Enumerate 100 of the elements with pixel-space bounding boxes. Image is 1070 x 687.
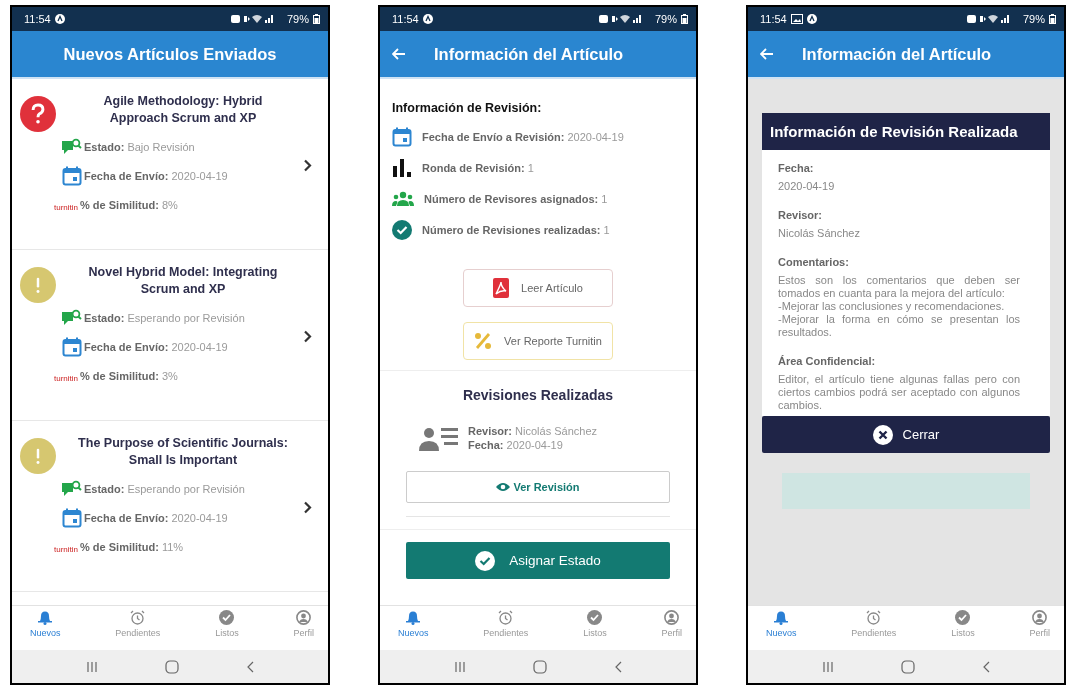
user-icon [664,610,680,625]
field-label: Área Confidencial: [778,355,877,367]
article-title: The Purpose of Scientific Journals: Small Is Important [77,435,289,469]
battery-icon [681,14,688,24]
back-icon[interactable] [614,660,623,673]
battery-icon [313,14,320,24]
status-text: Estado: Esperando por Revisión [84,483,245,495]
bell-icon [774,610,789,625]
chevron-right-icon[interactable] [303,500,312,514]
home-icon[interactable] [901,659,915,674]
field-value: Editor, el artículo tiene algunas fallas pero con ciertos cambios podrá ser aceptado con algunos cambios. [778,373,1020,412]
nav-tab[interactable]: Listos [583,610,607,650]
field-value: Estos son los comentarios que deben ser tomados en cuanta para la mejora del artículo: -Mejorar las conclusiones y recomendaciones. -Mejorar la forma en cómo se presentan los resultados. [778,274,1020,339]
submission-date-text: Fecha de Envío: 2020-04-19 [84,512,228,524]
assign-status-button[interactable]: Asignar Estado [406,542,670,579]
field-value: Nicolás Sánchez [778,227,861,240]
chevron-right-icon[interactable] [303,329,312,343]
nav-tab[interactable]: Listos [215,610,239,650]
submission-date-text: Fecha de Envío: 2020-04-19 [84,170,228,182]
review-info-text: Ronda de Revisión: 1 [422,162,534,174]
field-value: 2020-04-19 [778,180,836,193]
submission-date-text: Fecha de Envío: 2020-04-19 [84,341,228,353]
home-icon[interactable] [533,659,547,674]
calendar-icon [392,127,412,147]
back-arrow-icon[interactable] [392,48,406,60]
bar-chart-icon [392,158,412,178]
review-info-text: Número de Revisiones realizadas: 1 [422,224,610,236]
chevron-right-icon[interactable] [303,158,312,172]
recent-apps-icon[interactable] [453,660,466,673]
calendar-icon [62,166,82,186]
view-review-button[interactable]: Ver Revisión [406,471,670,503]
review-status-icon [62,309,82,327]
alarm-clock-icon [866,610,882,625]
recent-apps-icon[interactable] [821,660,834,673]
close-icon [872,424,893,445]
article-title: Novel Hybrid Model: Integrating Scrum and XP [87,264,279,298]
check-circle-icon [587,610,603,625]
recent-apps-icon[interactable] [85,660,98,673]
back-icon[interactable] [982,660,991,673]
home-icon[interactable] [165,659,179,674]
status-time: 11:54 [392,13,419,25]
notification-icon [54,14,65,24]
screen-title: Información del Artículo [802,44,992,64]
similarity-text: % de Similitud: 3% [80,370,178,382]
notification-icon [806,14,817,24]
review-info-text: Número de Revisores asignados: 1 [424,193,608,205]
screen-title: Nuevos Artículos Enviados [62,44,278,64]
nav-tab[interactable]: Perfil [1029,610,1050,650]
battery-level: 79% [286,13,309,25]
status-text: Estado: Bajo Revisión [84,141,195,153]
read-article-button[interactable]: Leer Artículo [463,269,613,307]
nav-tab[interactable]: Perfil [293,610,314,650]
nav-tab[interactable]: Pendientes [851,610,897,650]
nav-tab[interactable]: Nuevos [766,610,797,650]
battery-level: 79% [1022,13,1045,25]
field-label: Fecha: [778,162,815,174]
article-title: Agile Methodology: Hybrid Approach Scrum and XP [102,93,264,127]
nav-tab[interactable]: Listos [951,610,975,650]
check-circle-icon [955,610,971,625]
image-icon [790,14,803,24]
turnitin-logo: turnitin [54,544,78,554]
alarm-clock-icon [498,610,514,625]
alarm-clock-icon [130,610,146,625]
turnitin-logo: turnitin [54,202,78,212]
back-arrow-icon[interactable] [760,48,774,60]
battery-icon [1049,14,1056,24]
report-button[interactable]: Ver Reporte Turnitin [463,322,613,360]
calendar-icon [62,508,82,528]
nav-tab[interactable]: Nuevos [398,610,429,650]
nav-tab[interactable]: Nuevos [30,610,61,650]
user-icon [296,610,312,625]
section-heading: Información de Revisión: [392,101,543,115]
back-icon[interactable] [246,660,255,673]
notification-icon [422,14,433,24]
check-circle-icon [219,610,235,625]
pdf-icon [493,278,510,298]
check-circle-icon [475,550,496,571]
status-time: 11:54 [24,13,51,25]
reviewer-text: Revisor: Nicolás Sánchez [468,425,598,437]
review-info-text: Fecha de Envío a Revisión: 2020-04-19 [422,131,624,143]
dialog-title: Información de Revisión Realizada [762,113,1050,150]
check-circle-icon [392,220,412,240]
turnitin-logo: turnitin [54,373,78,383]
battery-level: 79% [654,13,677,25]
nav-tab[interactable]: Pendientes [483,610,529,650]
review-status-icon [62,480,82,498]
nav-tab[interactable]: Perfil [661,610,682,650]
eye-icon [496,482,511,492]
bell-icon [38,610,53,625]
close-button[interactable]: Cerrar [762,416,1050,453]
field-label: Revisor: [778,209,824,221]
section-heading: Revisiones Realizadas [380,370,696,403]
similarity-text: % de Similitud: 8% [80,199,178,211]
review-status-icon [62,138,82,156]
nav-tab[interactable]: Pendientes [115,610,161,650]
bell-icon [406,610,421,625]
field-label: Comentarios: [778,256,850,268]
status-time: 11:54 [760,13,787,25]
calendar-icon [62,337,82,357]
screen-title: Información del Artículo [434,44,624,64]
